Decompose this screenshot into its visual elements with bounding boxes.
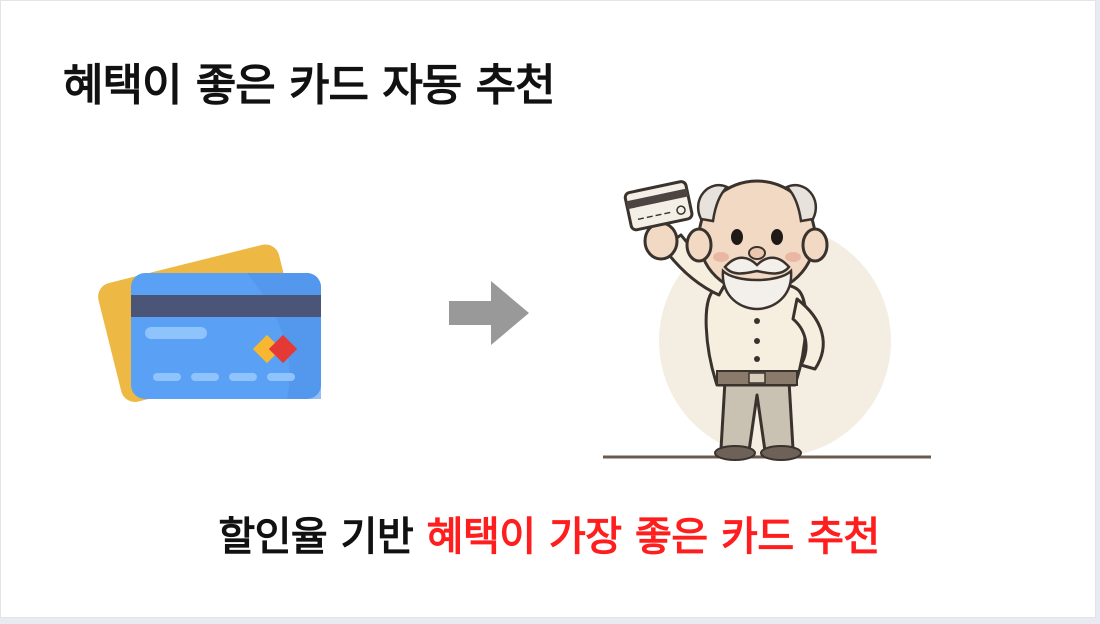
page-title: 혜택이 좋은 카드 자동 추천 [63,60,556,111]
credit-cards-icon [98,244,321,402]
caption-plain: 할인율 기반 [218,514,427,560]
elderly-man-illustration [603,179,931,461]
arrow-right-icon [449,281,529,345]
caption: 할인율 기반 혜택이 가장 좋은 카드 추천 [1,504,1097,562]
slide: 혜택이 좋은 카드 자동 추천 할인율 기반 혜택이 가장 좋은 카드 추천 [0,0,1096,618]
caption-highlight: 혜택이 가장 좋은 카드 추천 [426,514,881,560]
